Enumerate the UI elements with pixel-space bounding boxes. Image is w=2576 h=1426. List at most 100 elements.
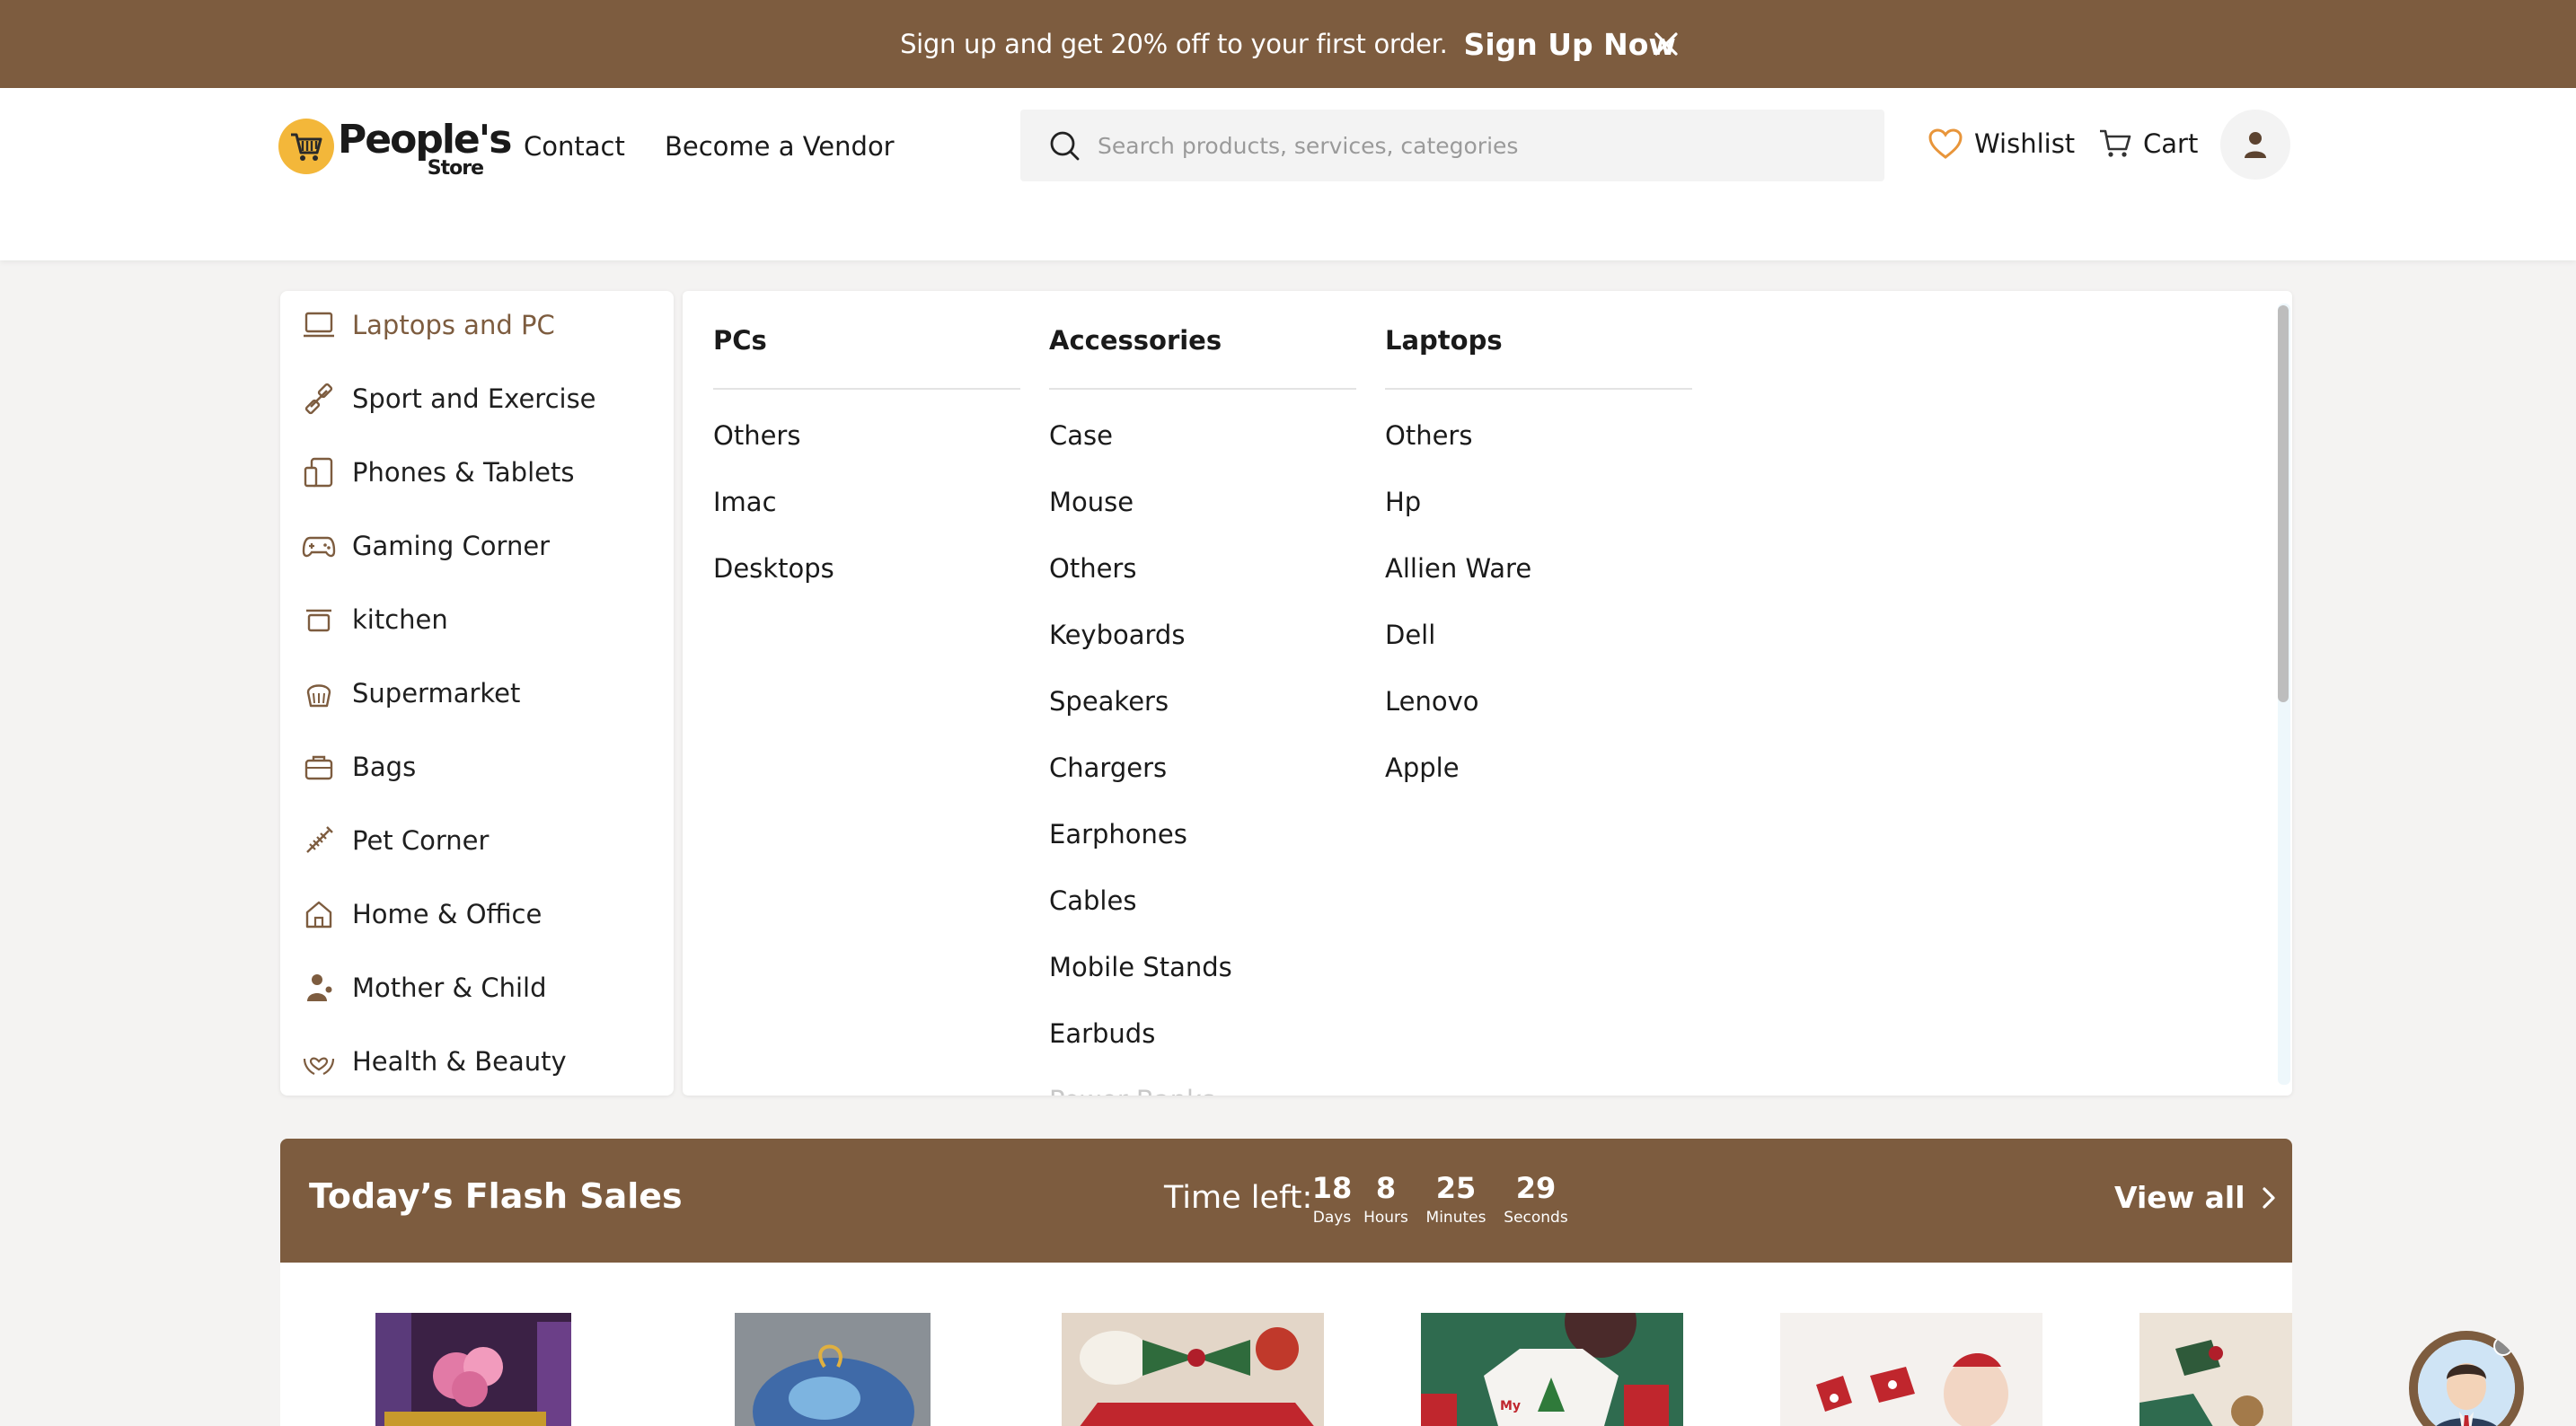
devices-icon: [302, 455, 336, 489]
subcategory-link[interactable]: Mobile Stands: [1049, 952, 1232, 982]
pet-icon: [302, 823, 336, 858]
category-pet-corner[interactable]: Pet Corner: [280, 814, 674, 867]
product-image[interactable]: [1780, 1313, 2042, 1426]
home-icon: [302, 897, 336, 931]
laptop-icon: [302, 308, 336, 342]
basket-icon: [302, 676, 336, 710]
category-phones-tablets[interactable]: Phones & Tablets: [280, 445, 674, 499]
flash-sales-header: Today’s Flash Sales Time left: 18 Days 8…: [280, 1139, 2292, 1263]
category-label: Sport and Exercise: [352, 383, 596, 414]
sign-up-now-link[interactable]: Sign Up Now: [1464, 27, 1676, 62]
countdown-value: 29: [1515, 1171, 1557, 1205]
pot-icon: [302, 603, 336, 637]
category-label: Pet Corner: [352, 825, 490, 856]
close-icon[interactable]: [1649, 27, 1683, 61]
category-mother-child[interactable]: Mother & Child: [280, 961, 674, 1015]
subcategory-link[interactable]: Allien Ware: [1385, 553, 1531, 584]
category-bags[interactable]: Bags: [280, 740, 674, 794]
subcategory-link[interactable]: Keyboards: [1049, 620, 1185, 650]
category-label: kitchen: [352, 604, 448, 635]
status-dot: [2493, 1336, 2513, 1356]
subcategory-link[interactable]: Dell: [1385, 620, 1435, 650]
subcategory-link[interactable]: Others: [713, 420, 800, 451]
store-logo[interactable]: People's Store: [278, 115, 512, 180]
chat-support-button[interactable]: [2409, 1331, 2524, 1426]
subcategory-link[interactable]: Earphones: [1049, 819, 1187, 849]
product-image[interactable]: [1062, 1313, 1324, 1426]
column-heading: PCs: [713, 325, 767, 356]
logo-subtext: Store: [427, 157, 484, 180]
flash-sales-title: Today’s Flash Sales: [309, 1176, 683, 1216]
subcategory-link[interactable]: Imac: [713, 487, 777, 517]
category-home-office[interactable]: Home & Office: [280, 887, 674, 941]
countdown-minutes: 25 Minutes: [1416, 1171, 1496, 1227]
category-health-beauty[interactable]: Health & Beauty: [280, 1034, 674, 1088]
product-image[interactable]: My: [1421, 1313, 1683, 1426]
category-label: Mother & Child: [352, 973, 547, 1003]
promo-banner: Sign up and get 20% off to your first or…: [0, 0, 2576, 88]
countdown-unit: Minutes: [1425, 1209, 1486, 1227]
nav-contact[interactable]: Contact: [524, 131, 625, 162]
view-all-label: View all: [2114, 1180, 2245, 1215]
subcategory-link[interactable]: Power Banks: [1049, 1085, 1215, 1096]
category-sport-exercise[interactable]: Sport and Exercise: [280, 372, 674, 426]
product-image[interactable]: [735, 1313, 931, 1426]
subcategory-link[interactable]: Speakers: [1049, 686, 1169, 717]
category-label: Health & Beauty: [352, 1046, 567, 1077]
flash-sales-products: My: [280, 1263, 2292, 1426]
countdown-hours: 8 Hours: [1354, 1171, 1417, 1227]
divider: [1385, 388, 1692, 390]
subcategory-link[interactable]: Chargers: [1049, 753, 1167, 783]
divider: [1049, 388, 1356, 390]
gamepad-icon: [302, 529, 336, 563]
cart-button[interactable]: Cart: [2098, 128, 2198, 160]
site-header: People's Store Contact Become a Vendor W…: [0, 88, 2576, 260]
wishlist-label: Wishlist: [1974, 128, 2076, 159]
category-gaming-corner[interactable]: Gaming Corner: [280, 519, 674, 573]
subcategory-link[interactable]: Mouse: [1049, 487, 1134, 517]
subcategory-menu: PCs Others Imac Desktops Accessories Cas…: [683, 291, 2292, 1096]
subcategory-link[interactable]: Lenovo: [1385, 686, 1479, 717]
svg-text:My: My: [1500, 1399, 1521, 1413]
countdown-unit: Hours: [1363, 1209, 1408, 1227]
category-laptops-pc[interactable]: Laptops and PC: [280, 298, 674, 352]
category-kitchen[interactable]: kitchen: [280, 593, 674, 647]
dumbbell-icon: [302, 382, 336, 416]
mother-child-icon: [302, 971, 336, 1005]
category-label: Bags: [352, 752, 417, 782]
time-left-label: Time left:: [1164, 1180, 1313, 1216]
countdown-value: 8: [1375, 1171, 1397, 1205]
subcategory-link[interactable]: Apple: [1385, 753, 1460, 783]
account-button[interactable]: [2220, 110, 2290, 180]
search-bar[interactable]: [1020, 110, 1884, 181]
cart-icon: [2100, 129, 2131, 157]
category-supermarket[interactable]: Supermarket: [280, 666, 674, 720]
column-heading: Accessories: [1049, 325, 1222, 356]
bag-icon: [302, 750, 336, 784]
divider: [713, 388, 1020, 390]
subcategory-link[interactable]: Others: [1385, 420, 1472, 451]
product-image[interactable]: [375, 1313, 571, 1426]
countdown-seconds: 29 Seconds: [1493, 1171, 1579, 1227]
wishlist-button[interactable]: Wishlist: [1928, 128, 2075, 160]
category-label: Phones & Tablets: [352, 457, 575, 488]
column-heading: Laptops: [1385, 325, 1503, 356]
product-image[interactable]: [2139, 1313, 2292, 1426]
category-label: Supermarket: [352, 678, 521, 709]
health-icon: [302, 1044, 336, 1078]
scrollbar-thumb[interactable]: [2278, 305, 2289, 702]
user-icon: [2245, 132, 2266, 158]
promo-message: Sign up and get 20% off to your first or…: [900, 29, 1448, 59]
search-input[interactable]: [1098, 132, 1870, 159]
subcategory-link[interactable]: Cables: [1049, 885, 1136, 916]
subcategory-link[interactable]: Earbuds: [1049, 1018, 1155, 1049]
subcategory-link[interactable]: Desktops: [713, 553, 834, 584]
category-label: Home & Office: [352, 899, 543, 929]
view-all-link[interactable]: View all: [2114, 1180, 2278, 1215]
nav-become-vendor[interactable]: Become a Vendor: [665, 131, 895, 162]
subcategory-link[interactable]: Case: [1049, 420, 1113, 451]
subcategory-link[interactable]: Hp: [1385, 487, 1421, 517]
logo-wordmark: People's: [338, 117, 512, 163]
subcategory-link[interactable]: Others: [1049, 553, 1136, 584]
category-label: Laptops and PC: [352, 310, 555, 340]
